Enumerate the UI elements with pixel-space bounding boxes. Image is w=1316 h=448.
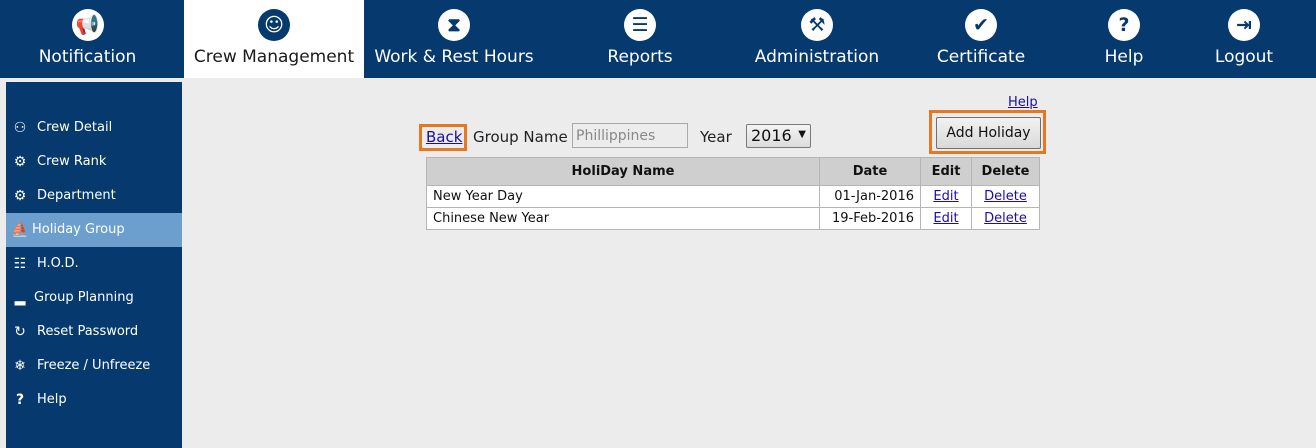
- holiday-group-icon: ⛵: [11, 222, 29, 238]
- department-icon: ⚙: [13, 188, 27, 204]
- crew-group-icon: ☺: [258, 9, 290, 41]
- nav-crew-management[interactable]: ☺ Crew Management: [184, 0, 364, 78]
- edit-cell: Edit: [920, 207, 972, 230]
- nav-logout[interactable]: ⇥ Logout: [1184, 0, 1304, 78]
- sidebar-item-crew-detail[interactable]: ⚇ Crew Detail: [6, 111, 182, 145]
- nav-label: Logout: [1214, 47, 1274, 67]
- nav-label: Help: [1104, 47, 1144, 67]
- nav-label: Crew Management: [193, 47, 355, 67]
- crew-rank-icon: ⚙: [13, 154, 27, 170]
- group-planning-icon: ▂: [14, 290, 26, 306]
- reset-password-icon: ↻: [14, 324, 26, 340]
- column-header-date: Date: [819, 157, 921, 186]
- megaphone-icon: 📢: [71, 9, 104, 41]
- sidebar-item-label: H.O.D.: [37, 256, 79, 271]
- reports-icon: ☰: [624, 9, 656, 41]
- column-header-name: HoliDay Name: [426, 157, 820, 186]
- holiday-name-cell: New Year Day: [426, 185, 820, 208]
- administration-icon: ⚒: [801, 9, 833, 41]
- year-select-value: 2016: [751, 126, 792, 145]
- nav-label: Administration: [754, 47, 880, 67]
- nav-help[interactable]: ? Help: [1064, 0, 1184, 78]
- question-icon: ?: [15, 392, 25, 408]
- column-header-edit: Edit: [920, 157, 972, 186]
- group-name-label: Group Name: [473, 128, 568, 146]
- sidebar-item-hod[interactable]: ☷ H.O.D.: [6, 247, 182, 281]
- table-row: New Year Day 01-Jan-2016 Edit Delete: [426, 185, 1040, 208]
- column-header-delete: Delete: [971, 157, 1040, 186]
- sidebar-item-label: Help: [37, 392, 67, 407]
- delete-link[interactable]: Delete: [984, 189, 1027, 204]
- nav-label: Reports: [607, 47, 673, 67]
- year-select[interactable]: 2016 ▼: [746, 124, 811, 148]
- add-holiday-button[interactable]: Add Holiday: [936, 117, 1041, 149]
- delete-cell: Delete: [971, 185, 1040, 208]
- sidebar-item-freeze-unfreeze[interactable]: ❄ Freeze / Unfreeze: [6, 349, 182, 383]
- sidebar-item-group-planning[interactable]: ▂ Group Planning: [6, 281, 182, 315]
- snowflake-icon: ❄: [14, 358, 26, 374]
- group-name-field[interactable]: [572, 123, 688, 148]
- sidebar-item-reset-password[interactable]: ↻ Reset Password: [6, 315, 182, 349]
- sidebar-item-crew-rank[interactable]: ⚙ Crew Rank: [6, 145, 182, 179]
- sidebar-item-label: Crew Detail: [37, 120, 113, 135]
- sidebar-item-help[interactable]: ? Help: [6, 383, 182, 417]
- certificate-icon: ✔: [965, 9, 997, 41]
- logout-icon: ⇥: [1228, 9, 1260, 41]
- holiday-date-cell: 01-Jan-2016: [819, 185, 921, 208]
- nav-reports[interactable]: ☰ Reports: [550, 0, 730, 78]
- sidebar-item-holiday-group[interactable]: ⛵ Holiday Group: [6, 213, 182, 247]
- help-link[interactable]: Help: [1008, 95, 1038, 110]
- sidebar-item-department[interactable]: ⚙ Department: [6, 179, 182, 213]
- delete-cell: Delete: [971, 207, 1040, 230]
- year-label: Year: [700, 128, 732, 146]
- nav-label: Notification: [38, 47, 137, 67]
- hourglass-icon: ⧗: [438, 9, 470, 41]
- edit-link[interactable]: Edit: [933, 189, 958, 204]
- delete-link[interactable]: Delete: [984, 211, 1027, 226]
- sidebar-item-label: Freeze / Unfreeze: [37, 358, 151, 373]
- nav-label: Work & Rest Hours: [374, 47, 534, 67]
- sidebar-item-label: Group Planning: [34, 290, 134, 305]
- nav-administration[interactable]: ⚒ Administration: [727, 0, 907, 78]
- nav-label: Certificate: [936, 47, 1026, 67]
- top-navigation: 📢 Notification ☺ Crew Management ⧗ Work …: [0, 0, 1316, 78]
- nav-work-rest-hours[interactable]: ⧗ Work & Rest Hours: [364, 0, 544, 78]
- table-header-row: HoliDay Name Date Edit Delete: [426, 157, 1040, 186]
- crew-detail-icon: ⚇: [13, 120, 27, 136]
- sidebar-item-label: Holiday Group: [32, 222, 125, 237]
- holiday-date-cell: 19-Feb-2016: [819, 207, 921, 230]
- chevron-down-icon: ▼: [798, 129, 806, 140]
- back-link[interactable]: Back: [426, 128, 462, 146]
- table-row: Chinese New Year 19-Feb-2016 Edit Delete: [426, 207, 1040, 230]
- nav-certificate[interactable]: ✔ Certificate: [893, 0, 1069, 78]
- edit-cell: Edit: [920, 185, 972, 208]
- sidebar-item-label: Crew Rank: [37, 154, 107, 169]
- sidebar-item-label: Reset Password: [37, 324, 139, 339]
- holiday-name-cell: Chinese New Year: [426, 207, 820, 230]
- edit-link[interactable]: Edit: [933, 211, 958, 226]
- sidebar: ⚇ Crew Detail ⚙ Crew Rank ⚙ Department ⛵…: [6, 82, 182, 448]
- question-icon: ?: [1108, 9, 1140, 41]
- sidebar-item-label: Department: [37, 188, 116, 203]
- nav-notification[interactable]: 📢 Notification: [0, 0, 175, 78]
- hod-icon: ☷: [13, 256, 27, 272]
- holiday-table: HoliDay Name Date Edit Delete New Year D…: [426, 157, 1040, 230]
